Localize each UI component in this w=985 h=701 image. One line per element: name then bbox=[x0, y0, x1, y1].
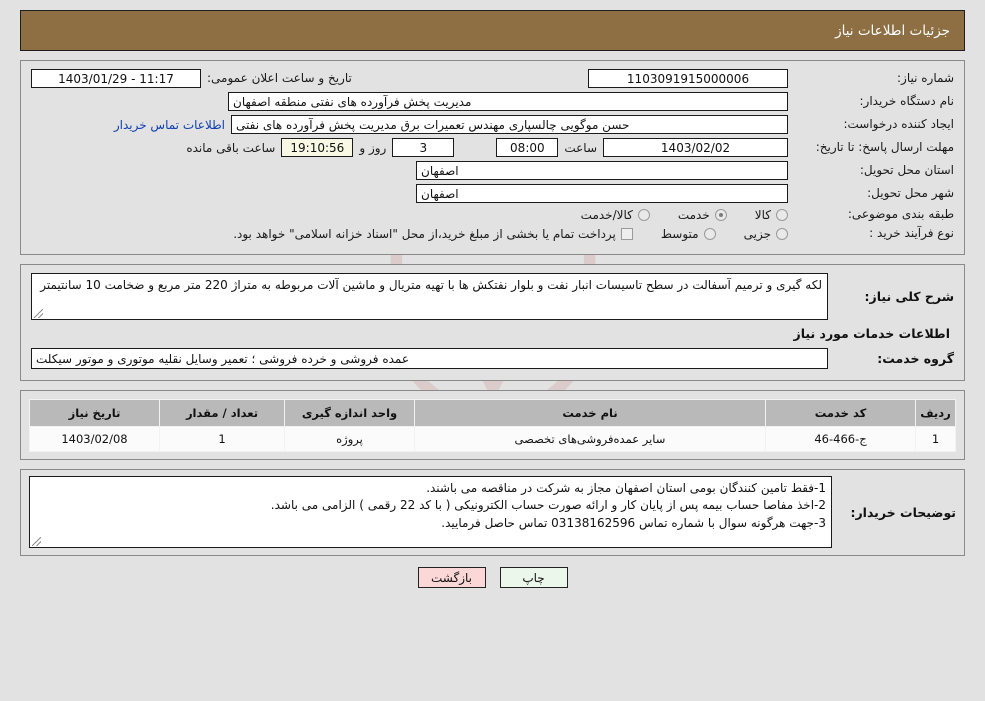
province-label: استان محل تحویل: bbox=[859, 163, 954, 177]
col-need-date: تاریخ نیاز bbox=[29, 399, 160, 427]
buyer-org-value: مدیریت پخش فرآورده های نفتی منطقه اصفهان bbox=[228, 92, 788, 111]
col-quantity: تعداد / مقدار bbox=[159, 399, 285, 427]
buyer-org-label: نام دستگاه خریدار: bbox=[859, 94, 955, 108]
treasury-checkbox-group[interactable]: پرداخت تمام یا بخشی از مبلغ خرید،از محل … bbox=[233, 227, 633, 241]
remaining-days-value: 3 bbox=[392, 138, 455, 157]
category-option-goods-service-label: کالا/خدمت bbox=[580, 207, 633, 222]
countdown-value: 19:10:56 bbox=[281, 138, 354, 157]
services-section-title: اطلاعات خدمات مورد نیاز bbox=[793, 326, 951, 341]
deadline-date-value: 1403/02/02 bbox=[603, 138, 788, 157]
category-label: طبقه بندی موضوعی: bbox=[847, 207, 954, 221]
cell-need-date: 1403/02/08 bbox=[29, 426, 160, 452]
public-announce-value: 11:17 - 1403/01/29 bbox=[31, 69, 201, 88]
remaining-days-label: روز و bbox=[359, 140, 387, 155]
radio-medium-icon[interactable] bbox=[703, 227, 716, 240]
table-row: 1 ج-466-46 سایر عمده‌فروشی‌های تخصصی پرو… bbox=[29, 426, 956, 452]
row-description: شرح کلی نیاز: لکه گیری و ترمیم آسفالت در… bbox=[31, 273, 954, 320]
category-option-goods[interactable]: کالا bbox=[755, 208, 788, 222]
radio-minor-icon[interactable] bbox=[776, 227, 788, 240]
cell-quantity: 1 bbox=[159, 426, 285, 452]
process-option-minor-label: جزیی bbox=[743, 226, 771, 241]
description-textarea[interactable]: لکه گیری و ترمیم آسفالت در سطح تاسیسات ا… bbox=[31, 273, 828, 320]
col-service-code: کد خدمت bbox=[765, 399, 916, 427]
category-option-service-label: خدمت bbox=[677, 207, 710, 222]
description-panel: شرح کلی نیاز: لکه گیری و ترمیم آسفالت در… bbox=[20, 264, 965, 381]
city-value: اصفهان bbox=[416, 184, 788, 203]
row-process-type: نوع فرآیند خرید : جزیی متوسط پرداخت تمام… bbox=[31, 226, 954, 241]
row-deadline: مهلت ارسال پاسخ: تا تاریخ: 1403/02/02 سا… bbox=[31, 138, 954, 157]
category-option-service[interactable]: خدمت bbox=[678, 208, 727, 222]
city-label: شهر محل تحویل: bbox=[867, 186, 954, 200]
row-city: شهر محل تحویل: اصفهان bbox=[31, 184, 954, 203]
deadline-time-value: 08:00 bbox=[496, 138, 559, 157]
row-buyer-org: نام دستگاه خریدار: مدیریت پخش فرآورده ها… bbox=[31, 92, 954, 111]
cell-unit: پروژه bbox=[284, 426, 415, 452]
province-value: اصفهان bbox=[416, 161, 788, 180]
page-title: جزئیات اطلاعات نیاز bbox=[835, 22, 950, 39]
page-header: جزئیات اطلاعات نیاز bbox=[20, 10, 965, 51]
public-announce-label: تاریخ و ساعت اعلان عمومی: bbox=[207, 71, 352, 85]
category-option-goods-service[interactable]: کالا/خدمت bbox=[581, 208, 650, 222]
col-unit: واحد اندازه گیری bbox=[284, 399, 415, 427]
hour-label: ساعت bbox=[564, 140, 597, 155]
row-province: استان محل تحویل: اصفهان bbox=[31, 161, 954, 180]
services-table: ردیف کد خدمت نام خدمت واحد اندازه گیری ت… bbox=[29, 399, 956, 452]
row-service-group: گروه خدمت: عمده فروشی و خرده فروشی ؛ تعم… bbox=[31, 348, 954, 369]
radio-goods-icon[interactable] bbox=[776, 208, 788, 221]
need-number-label: شماره نیاز: bbox=[897, 71, 954, 85]
buyer-notes-label: توضیحات خریدار: bbox=[850, 504, 956, 520]
buyer-notes-panel: توضیحات خریدار: 1-فقط تامین کنندگان بومی… bbox=[20, 469, 965, 556]
buyer-contact-link[interactable]: اطلاعات تماس خریدار bbox=[114, 118, 225, 132]
cell-service-code: ج-466-46 bbox=[765, 426, 916, 452]
deadline-label: مهلت ارسال پاسخ: تا تاریخ: bbox=[815, 140, 954, 154]
process-option-medium-label: متوسط bbox=[660, 226, 699, 241]
treasury-checkbox-icon[interactable] bbox=[620, 227, 633, 240]
need-number-value: 1103091915000006 bbox=[588, 69, 788, 88]
buyer-notes-textarea[interactable]: 1-فقط تامین کنندگان بومی استان اصفهان مج… bbox=[29, 476, 832, 548]
table-header-row: ردیف کد خدمت نام خدمت واحد اندازه گیری ت… bbox=[29, 399, 956, 427]
row-need-number: شماره نیاز: 1103091915000006 تاریخ و ساع… bbox=[31, 69, 954, 88]
process-label: نوع فرآیند خرید : bbox=[869, 226, 954, 240]
service-group-value: عمده فروشی و خرده فروشی ؛ تعمیر وسایل نق… bbox=[31, 348, 828, 369]
page-root: جزئیات اطلاعات نیاز شماره نیاز: 11030919… bbox=[0, 10, 985, 588]
radio-service-icon[interactable] bbox=[714, 208, 727, 221]
need-info-panel: شماره نیاز: 1103091915000006 تاریخ و ساع… bbox=[20, 60, 965, 255]
cell-row-no: 1 bbox=[915, 426, 956, 452]
back-button[interactable]: بازگشت bbox=[417, 567, 486, 588]
col-service-name: نام خدمت bbox=[414, 399, 766, 427]
col-row-no: ردیف bbox=[915, 399, 956, 427]
service-group-label: گروه خدمت: bbox=[877, 351, 954, 366]
requester-label: ایجاد کننده درخواست: bbox=[843, 117, 954, 131]
process-option-medium[interactable]: متوسط bbox=[661, 227, 716, 241]
row-buyer-notes: توضیحات خریدار: 1-فقط تامین کنندگان بومی… bbox=[29, 476, 956, 548]
footer-button-bar: چاپ بازگشت bbox=[0, 567, 985, 588]
requester-value: حسن موگویی چالسپاری مهندس تعمیرات برق مد… bbox=[231, 115, 788, 134]
process-option-minor[interactable]: جزیی bbox=[744, 227, 788, 241]
radio-goods-service-icon[interactable] bbox=[637, 208, 650, 221]
countdown-label: ساعت باقی مانده bbox=[186, 140, 276, 155]
description-label: شرح کلی نیاز: bbox=[864, 289, 954, 304]
category-option-goods-label: کالا bbox=[754, 207, 771, 222]
treasury-checkbox-label: پرداخت تمام یا بخشی از مبلغ خرید،از محل … bbox=[233, 226, 616, 241]
cell-service-name: سایر عمده‌فروشی‌های تخصصی bbox=[414, 426, 766, 452]
services-table-panel: ردیف کد خدمت نام خدمت واحد اندازه گیری ت… bbox=[20, 390, 965, 460]
row-category: طبقه بندی موضوعی: کالا خدمت کالا/خدمت bbox=[31, 207, 954, 222]
print-button[interactable]: چاپ bbox=[499, 567, 568, 588]
row-requester: ایجاد کننده درخواست: حسن موگویی چالسپاری… bbox=[31, 115, 954, 134]
